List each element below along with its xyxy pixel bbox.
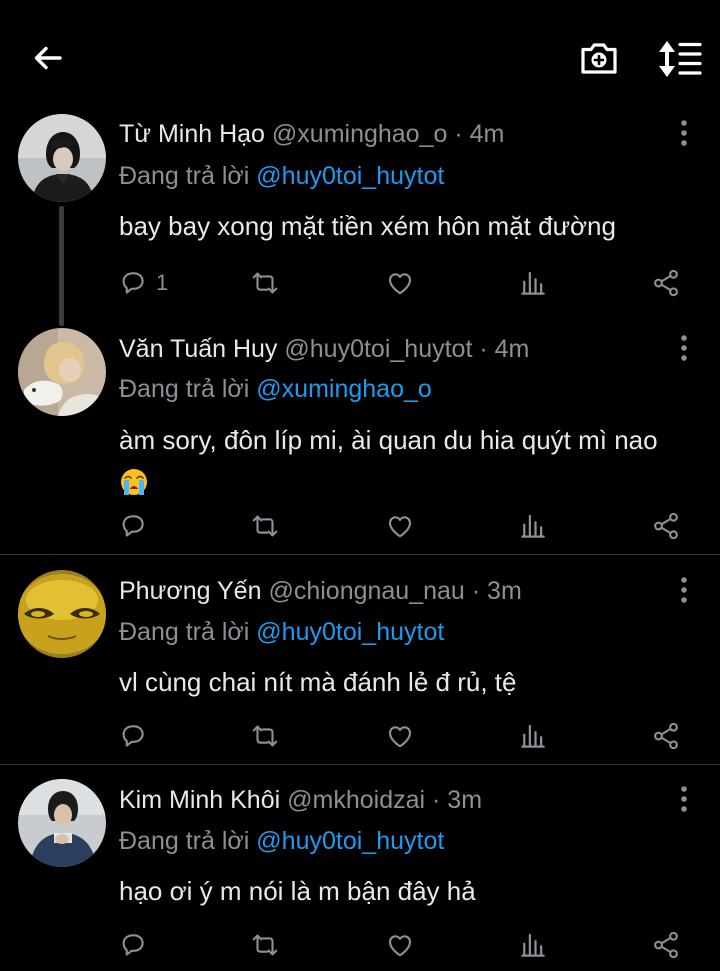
tweet-actions xyxy=(0,928,720,962)
heart-icon xyxy=(385,930,415,960)
retweet-button[interactable] xyxy=(250,928,280,962)
reply-icon xyxy=(118,930,148,960)
avatar[interactable] xyxy=(18,779,106,867)
tweet-text: hạo ơi ý m nói là m bận đây hả xyxy=(119,876,476,906)
tweet-time: · 3m xyxy=(432,786,483,814)
tweet[interactable]: Kim Minh Khôi @mkhoidzai · 3m Đang trả l… xyxy=(0,0,720,971)
tweet-header: Kim Minh Khôi @mkhoidzai · 3m xyxy=(119,784,482,816)
reply-button[interactable] xyxy=(118,928,156,962)
like-button[interactable] xyxy=(385,928,415,962)
analytics-button[interactable] xyxy=(518,928,548,962)
share-icon xyxy=(651,930,681,960)
replying-to-label: Đang trả lời xyxy=(119,827,250,855)
author-name[interactable]: Kim Minh Khôi xyxy=(119,786,280,814)
more-options-icon[interactable] xyxy=(676,784,692,814)
replying-to: Đang trả lời @huy0toi_huytot xyxy=(119,825,444,857)
author-handle[interactable]: @mkhoidzai xyxy=(287,786,425,814)
share-button[interactable] xyxy=(651,928,681,962)
bar-chart-icon xyxy=(518,930,548,960)
mention-link[interactable]: @huy0toi_huytot xyxy=(256,827,444,855)
retweet-icon xyxy=(250,930,280,960)
